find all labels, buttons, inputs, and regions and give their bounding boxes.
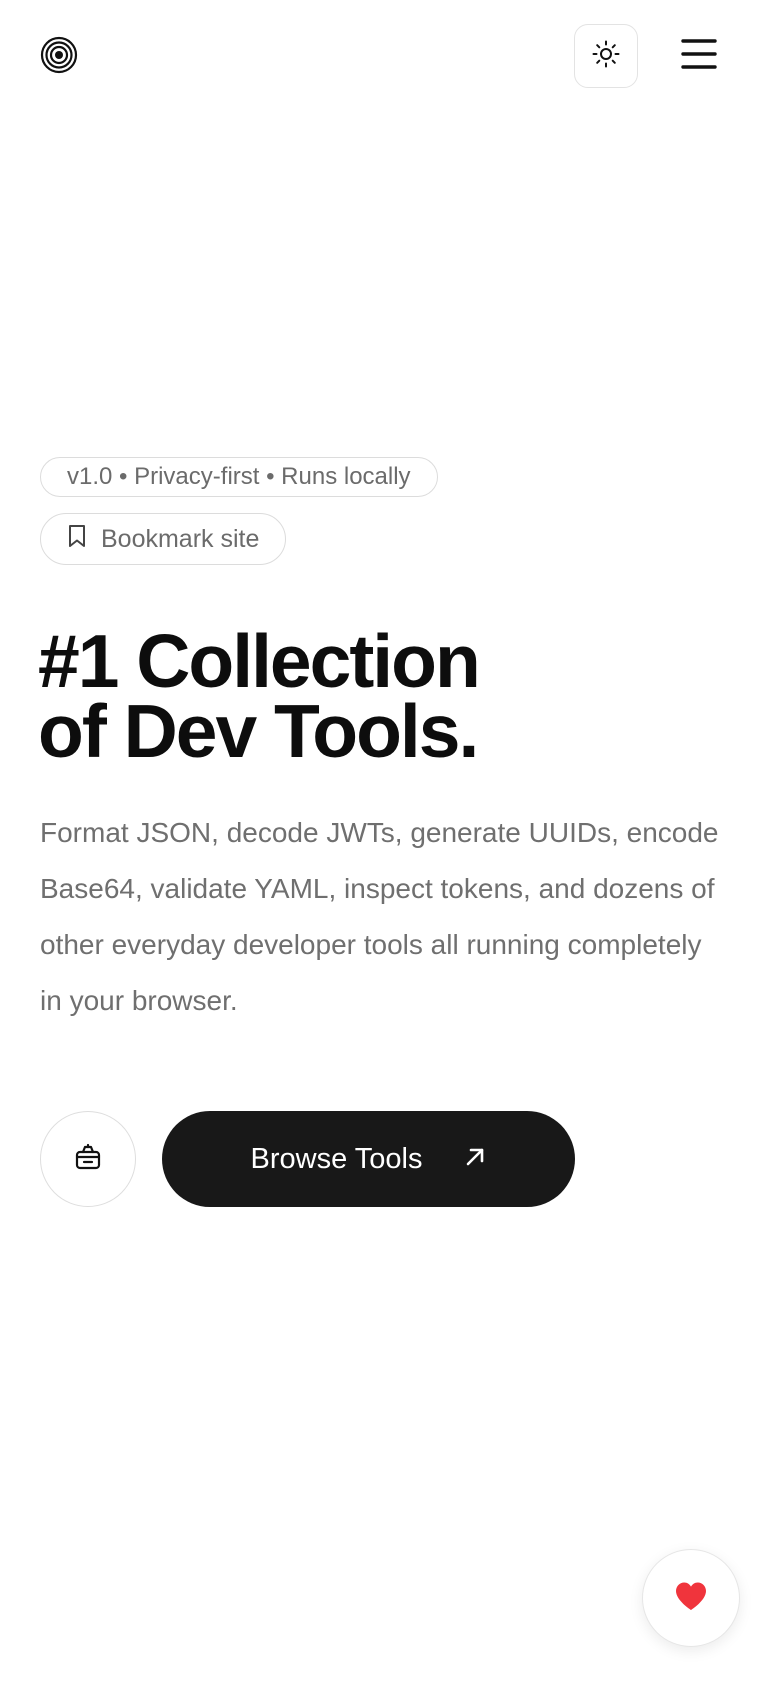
- sun-icon: [591, 39, 621, 74]
- browse-tools-button[interactable]: Browse Tools: [162, 1111, 575, 1207]
- page-title: #1 Collection of Dev Tools.: [38, 619, 481, 773]
- toolbox-icon: [73, 1142, 103, 1177]
- bookmark-icon: [67, 524, 87, 555]
- headline-line-2: of Dev Tools.: [38, 689, 479, 773]
- browse-tools-label: Browse Tools: [250, 1142, 423, 1175]
- logo-icon[interactable]: [40, 36, 78, 74]
- headline-line-1: #1 Collection: [38, 619, 481, 703]
- heart-icon: [674, 1581, 708, 1616]
- hamburger-menu-icon: [681, 38, 717, 75]
- menu-button[interactable]: [676, 34, 722, 78]
- page: v1.0 • Privacy-first • Runs locally Book…: [0, 0, 780, 1688]
- toolbox-button[interactable]: [40, 1111, 136, 1207]
- favorite-button[interactable]: [642, 1549, 740, 1647]
- bookmark-label: Bookmark site: [101, 524, 260, 553]
- theme-toggle-button[interactable]: [574, 24, 638, 88]
- hero-description: Format JSON, decode JWTs, generate UUIDs…: [40, 817, 719, 1016]
- version-badge: v1.0 • Privacy-first • Runs locally: [40, 457, 438, 497]
- version-badge-text: v1.0 • Privacy-first • Runs locally: [67, 463, 411, 490]
- bookmark-button[interactable]: Bookmark site: [40, 513, 287, 565]
- arrow-up-right-icon: [464, 1143, 486, 1176]
